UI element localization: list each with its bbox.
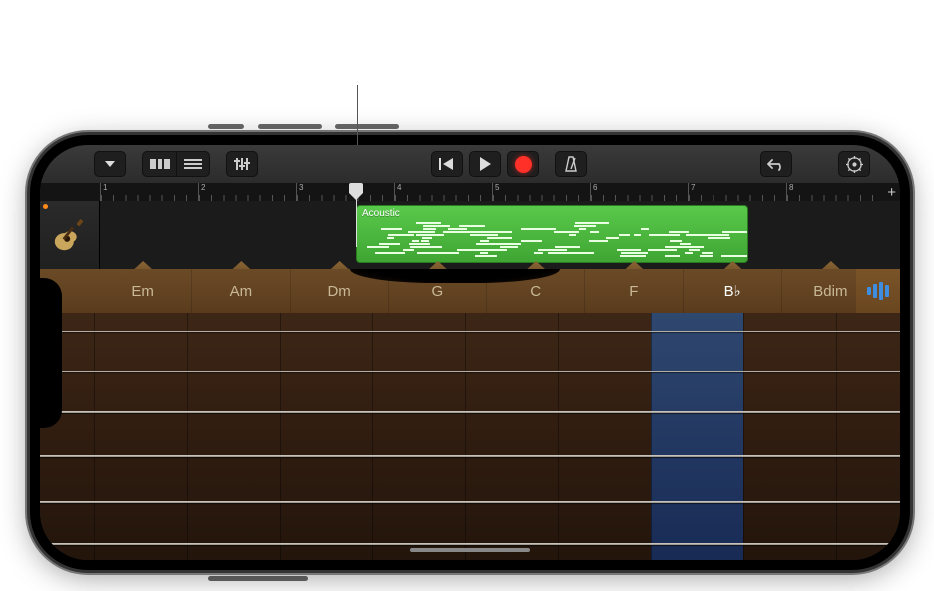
midi-region-acoustic[interactable]: Acoustic [356,205,748,263]
fret-divider [280,313,281,560]
record-icon [515,156,532,173]
guitar-string-6[interactable] [40,543,900,545]
guitar-fretboard[interactable] [40,313,900,560]
autoplay-toggle[interactable] [856,269,900,313]
chord-F[interactable]: F [585,269,683,313]
phone-volume-down [335,124,399,129]
ruler-bar-5: 5 [492,183,590,201]
ruler-bar-6: 6 [590,183,688,201]
phone-frame: 12345678 + Acoustic [30,135,910,570]
home-indicator[interactable] [410,548,530,552]
acoustic-guitar-icon [51,216,89,254]
timeline-ruler[interactable]: 12345678 + [40,183,900,201]
fret-divider [372,313,373,560]
fret-divider [836,313,837,560]
ruler-bar-2: 2 [198,183,296,201]
ruler-bar-4: 4 [394,183,492,201]
playhead[interactable] [356,183,370,200]
view-switch [142,151,210,177]
song-settings-button[interactable] [838,151,870,177]
fret-divider [743,313,744,560]
track-header-acoustic-guitar[interactable] [40,201,100,269]
fret-divider [94,313,95,560]
phone-side-button [208,576,308,581]
region-midi-preview [363,222,741,258]
metronome-button[interactable] [555,151,587,177]
guitar-string-2[interactable] [40,371,900,372]
go-to-beginning-button[interactable] [431,151,463,177]
record-enable-led [43,204,48,209]
region-label: Acoustic [357,206,747,221]
guitar-string-5[interactable] [40,501,900,503]
browser-button[interactable] [94,151,126,177]
phone-volume-up [258,124,322,129]
add-section-button[interactable]: + [887,184,896,201]
phone-notch [40,278,62,428]
guitar-string-1[interactable] [40,331,900,332]
tracks-view-button[interactable] [142,151,176,177]
annotation-callout-line [357,85,358,145]
tracks-area: Acoustic [40,201,900,269]
ruler-bar-8: 8 [786,183,884,201]
control-bar [40,145,900,183]
ruler-bar-3: 3 [296,183,394,201]
chord-Am[interactable]: Am [192,269,290,313]
track-controls-button[interactable] [226,151,258,177]
play-button[interactable] [469,151,501,177]
app-screen: 12345678 + Acoustic [40,145,900,560]
guitar-string-3[interactable] [40,411,900,413]
fret-divider [651,313,652,560]
chord-Em[interactable]: Em [94,269,192,313]
fret-divider [558,313,559,560]
ruler-bar-1: 1 [100,183,198,201]
ruler-bar-7: 7 [688,183,786,201]
fret-column-held [651,313,744,560]
phone-silent-switch [208,124,244,129]
fret-divider [187,313,188,560]
guitar-string-4[interactable] [40,455,900,457]
record-button[interactable] [507,151,539,177]
undo-button[interactable] [760,151,792,177]
fret-divider [465,313,466,560]
chord-Bb[interactable]: B♭ [684,269,782,313]
editor-view-button[interactable] [176,151,210,177]
